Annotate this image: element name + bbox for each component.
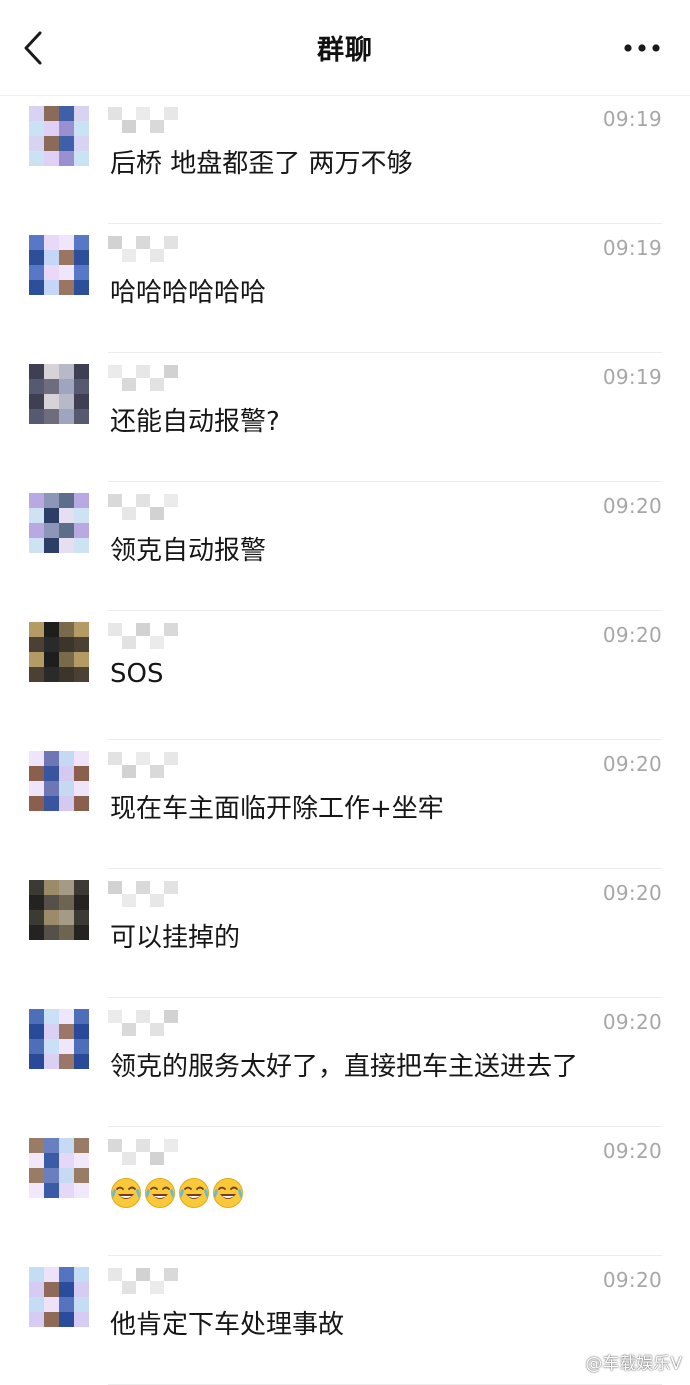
message-item[interactable]: 09:20 领克自动报警 [0, 482, 690, 611]
message-time: 09:20 [602, 1268, 662, 1292]
message-time: 09:20 [602, 881, 662, 905]
watermark: @车载娱乐V [558, 1349, 682, 1374]
more-button[interactable] [622, 32, 666, 64]
avatar[interactable] [29, 364, 89, 424]
message-item[interactable]: 09:20 [0, 1127, 690, 1256]
watermark-text: @车载娱乐V [585, 1354, 682, 1374]
avatar[interactable] [29, 235, 89, 295]
message-time: 09:20 [602, 494, 662, 518]
avatar[interactable] [29, 1009, 89, 1069]
message-text: 后桥 地盘都歪了 两万不够 [110, 149, 413, 179]
message-time: 09:20 [602, 752, 662, 776]
message-item[interactable]: 09:19 哈哈哈哈哈哈 [0, 224, 690, 353]
message-text: 哈哈哈哈哈哈 [110, 278, 267, 308]
message-text: 他肯定下车处理事故 [110, 1310, 345, 1340]
avatar[interactable] [29, 622, 89, 682]
page-title: 群聊 [317, 35, 373, 66]
message-text: 还能自动报警? [110, 407, 280, 437]
avatar[interactable] [29, 493, 89, 553]
message-time: 09:19 [602, 107, 662, 131]
message-text: SOS [110, 659, 164, 689]
tears-of-joy-emoji [213, 1178, 243, 1208]
sender-name[interactable] [108, 1268, 180, 1294]
message-item[interactable]: 09:19 后桥 地盘都歪了 两万不够 [0, 95, 690, 224]
tears-of-joy-emoji [111, 1178, 141, 1208]
message-item[interactable]: 09:19 还能自动报警? [0, 353, 690, 482]
sender-name[interactable] [108, 752, 180, 778]
sender-name[interactable] [108, 365, 180, 391]
avatar[interactable] [29, 1138, 89, 1198]
avatar[interactable] [29, 751, 89, 811]
weibo-icon [559, 1354, 581, 1371]
avatar[interactable] [29, 880, 89, 940]
message-item[interactable]: 09:20 领克的服务太好了，直接把车主送进去了 [0, 998, 690, 1127]
avatar[interactable] [29, 1267, 89, 1327]
sender-name[interactable] [108, 494, 180, 520]
message-item[interactable]: 09:20 现在车主面临开除工作+坐牢 [0, 740, 690, 869]
message-text: 可以挂掉的 [110, 923, 241, 953]
sender-name[interactable] [108, 236, 180, 262]
message-emoji-row [110, 1177, 246, 1211]
message-time: 09:19 [602, 236, 662, 260]
tears-of-joy-emoji [179, 1178, 209, 1208]
avatar[interactable] [29, 106, 89, 166]
sender-name[interactable] [108, 881, 180, 907]
sender-name[interactable] [108, 107, 180, 133]
sender-name[interactable] [108, 1139, 180, 1165]
message-time: 09:20 [602, 623, 662, 647]
message-time: 09:20 [602, 1010, 662, 1034]
message-time: 09:19 [602, 365, 662, 389]
more-dots-icon [624, 44, 660, 52]
message-text: 领克的服务太好了，直接把车主送进去了 [110, 1052, 579, 1082]
sender-name[interactable] [108, 623, 180, 649]
message-text: 领克自动报警 [110, 536, 267, 566]
message-time: 09:20 [602, 1139, 662, 1163]
tears-of-joy-emoji [145, 1178, 175, 1208]
sender-name[interactable] [108, 1010, 180, 1036]
message-list[interactable]: 09:19 后桥 地盘都歪了 两万不够 09:19 哈哈哈哈哈哈 09:19 还能自动报警… [0, 95, 690, 1385]
message-item[interactable]: 09:20 可以挂掉的 [0, 869, 690, 998]
chat-header: 群聊 [0, 0, 690, 96]
message-item[interactable]: 09:20 SOS [0, 611, 690, 740]
message-text: 现在车主面临开除工作+坐牢 [110, 794, 444, 824]
